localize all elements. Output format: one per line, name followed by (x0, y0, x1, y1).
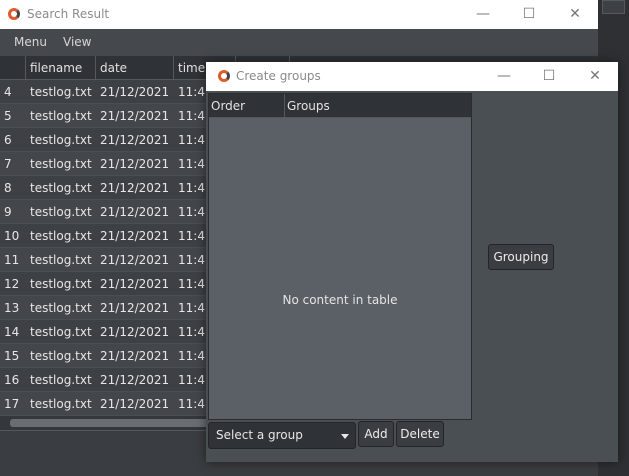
group-select-value: Select a group (216, 428, 303, 442)
maximize-button[interactable]: ☐ (506, 0, 552, 29)
cell-filename: testlog.txt (30, 301, 92, 315)
cell-index: 10 (4, 229, 20, 243)
cell-date: 21/12/2021 (100, 373, 170, 387)
cell-filename: testlog.txt (30, 253, 92, 267)
delete-button[interactable]: Delete (396, 421, 444, 447)
add-button[interactable]: Add (358, 421, 394, 447)
dialog-close-button[interactable]: ✕ (572, 62, 618, 91)
background-app-control (602, 0, 625, 14)
minimize-button[interactable]: — (460, 0, 506, 29)
cell-index: 7 (4, 157, 12, 171)
chevron-down-icon (341, 434, 349, 439)
cell-index: 9 (4, 205, 12, 219)
app-logo-icon (8, 8, 20, 20)
cell-filename: testlog.txt (30, 277, 92, 291)
cell-filename: testlog.txt (30, 157, 92, 171)
cell-date: 21/12/2021 (100, 181, 170, 195)
column-header-index[interactable] (0, 56, 26, 80)
cell-date: 21/12/2021 (100, 253, 170, 267)
menu-item-view[interactable]: View (63, 35, 91, 49)
search-result-titlebar[interactable]: Search Result — ☐ ✕ (0, 0, 598, 29)
window-title: Search Result (27, 7, 110, 21)
menu-bar: Menu View (0, 29, 598, 56)
column-header-filename[interactable]: filename (26, 56, 96, 80)
column-header-date[interactable]: date (96, 56, 174, 80)
cell-index: 14 (4, 325, 20, 339)
dialog-maximize-button[interactable]: ☐ (526, 62, 572, 91)
create-groups-dialog: Create groups — ☐ ✕ Order Groups No cont… (206, 62, 618, 462)
groups-table-header: Order Groups (209, 94, 471, 118)
cell-date: 21/12/2021 (100, 349, 170, 363)
cell-index: 8 (4, 181, 12, 195)
column-header-order[interactable]: Order (209, 94, 285, 118)
cell-date: 21/12/2021 (100, 85, 170, 99)
cell-date: 21/12/2021 (100, 277, 170, 291)
cell-filename: testlog.txt (30, 181, 92, 195)
group-select[interactable]: Select a group (208, 422, 356, 449)
cell-date: 21/12/2021 (100, 397, 170, 411)
cell-date: 21/12/2021 (100, 205, 170, 219)
cell-index: 17 (4, 397, 20, 411)
cell-index: 13 (4, 301, 20, 315)
cell-filename: testlog.txt (30, 109, 92, 123)
cell-filename: testlog.txt (30, 349, 92, 363)
cell-date: 21/12/2021 (100, 301, 170, 315)
cell-date: 21/12/2021 (100, 109, 170, 123)
scrollbar-thumb[interactable] (10, 419, 210, 427)
cell-date: 21/12/2021 (100, 133, 170, 147)
cell-index: 4 (4, 85, 12, 99)
cell-filename: testlog.txt (30, 205, 92, 219)
cell-index: 11 (4, 253, 20, 267)
dialog-minimize-button[interactable]: — (481, 62, 527, 91)
column-header-groups[interactable]: Groups (285, 94, 471, 118)
cell-index: 16 (4, 373, 20, 387)
cell-index: 5 (4, 109, 12, 123)
grouping-button[interactable]: Grouping (488, 244, 554, 270)
close-button[interactable]: ✕ (552, 0, 598, 29)
menu-item-menu[interactable]: Menu (14, 35, 47, 49)
cell-filename: testlog.txt (30, 85, 92, 99)
cell-index: 6 (4, 133, 12, 147)
groups-table[interactable]: Order Groups No content in table (208, 93, 472, 420)
dialog-title: Create groups (236, 69, 321, 83)
cell-date: 21/12/2021 (100, 157, 170, 171)
cell-filename: testlog.txt (30, 397, 92, 411)
cell-filename: testlog.txt (30, 133, 92, 147)
empty-table-message: No content in table (282, 293, 398, 307)
cell-filename: testlog.txt (30, 229, 92, 243)
cell-index: 12 (4, 277, 20, 291)
cell-filename: testlog.txt (30, 373, 92, 387)
cell-index: 15 (4, 349, 20, 363)
dialog-titlebar[interactable]: Create groups — ☐ ✕ (206, 62, 618, 91)
cell-filename: testlog.txt (30, 325, 92, 339)
cell-date: 21/12/2021 (100, 325, 170, 339)
cell-date: 21/12/2021 (100, 229, 170, 243)
app-logo-icon (218, 70, 230, 82)
